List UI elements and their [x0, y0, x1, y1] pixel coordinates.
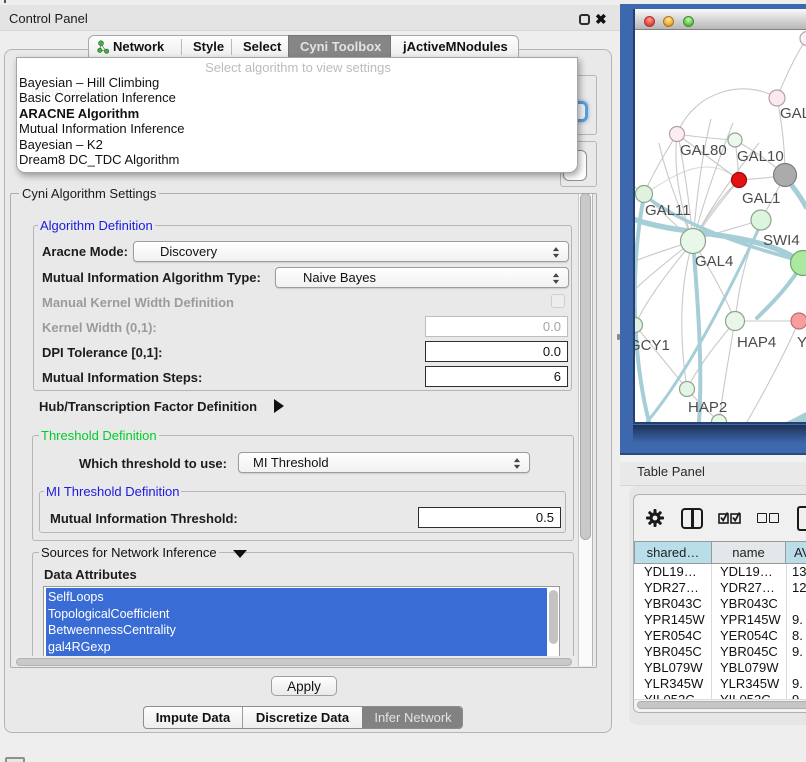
- svg-text:GAL11: GAL11: [645, 202, 691, 219]
- svg-text:HAP2: HAP2: [688, 399, 727, 416]
- svg-text:YJ: YJ: [797, 334, 806, 351]
- svg-text:GAL7: GAL7: [780, 105, 806, 122]
- svg-text:GAL80: GAL80: [680, 142, 727, 159]
- svg-text:GAL1: GAL1: [742, 190, 780, 207]
- svg-text:HAP4: HAP4: [737, 334, 776, 351]
- svg-text:GAL10: GAL10: [737, 148, 784, 165]
- svg-text:SWI4: SWI4: [763, 232, 800, 249]
- svg-text:GAL4: GAL4: [695, 253, 733, 270]
- svg-text:GCY1: GCY1: [635, 337, 670, 354]
